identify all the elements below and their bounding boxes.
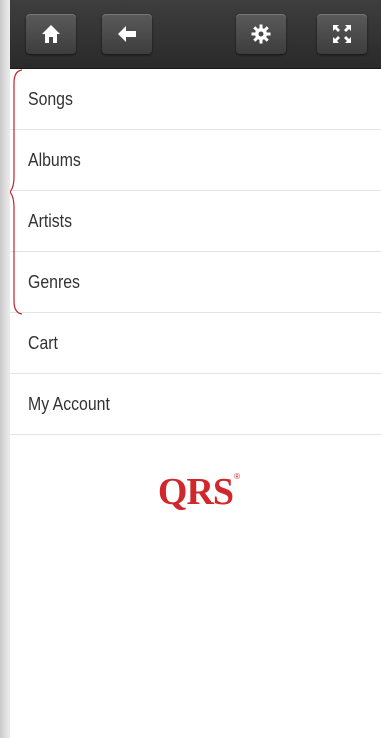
menu-item-label: Albums (28, 149, 81, 170)
back-arrow-icon (118, 26, 136, 42)
logo-wordmark: QRS (157, 471, 234, 513)
menu-item-label: Songs (28, 88, 73, 109)
logo-text: QRS ® (157, 470, 240, 514)
top-toolbar (10, 0, 381, 69)
menu-item-label: Cart (28, 332, 58, 353)
menu-item-songs[interactable]: Songs (10, 69, 381, 130)
menu-item-label: Genres (28, 271, 80, 292)
menu-item-artists[interactable]: Artists (10, 191, 381, 252)
fullscreen-icon (333, 25, 351, 43)
registered-mark: ® (234, 472, 240, 481)
back-button[interactable] (102, 14, 152, 54)
menu-item-label: Artists (28, 210, 73, 231)
home-icon (42, 25, 60, 43)
menu-item-genres[interactable]: Genres (10, 252, 381, 313)
settings-button[interactable] (236, 14, 286, 54)
home-button[interactable] (26, 14, 76, 54)
fullscreen-button[interactable] (317, 14, 367, 54)
gear-icon (251, 24, 271, 44)
qrs-logo: QRS ® (10, 470, 381, 514)
menu-item-label: My Account (28, 393, 110, 414)
menu-item-my-account[interactable]: My Account (10, 374, 381, 435)
menu-item-albums[interactable]: Albums (10, 130, 381, 191)
main-menu: Songs Albums Artists Genres Cart My Acco… (10, 69, 381, 435)
side-menu-panel: Songs Albums Artists Genres Cart My Acco… (10, 0, 381, 738)
browse-group-brace (10, 69, 23, 315)
menu-item-cart[interactable]: Cart (10, 313, 381, 374)
